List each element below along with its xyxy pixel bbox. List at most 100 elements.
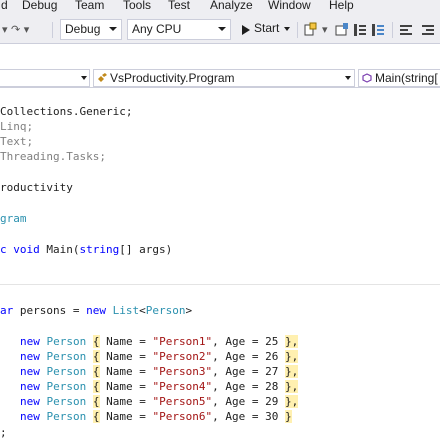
menu-team[interactable]: Team	[75, 0, 104, 12]
step-over-icon[interactable]	[334, 22, 350, 38]
property-assignment: Name =	[99, 335, 153, 348]
number-literal: 27	[265, 365, 279, 378]
property-assignment: , Age =	[212, 365, 266, 378]
start-debugging-button[interactable]: Start	[240, 20, 291, 40]
keyword: new	[20, 350, 40, 363]
menu-window[interactable]: Window	[268, 0, 311, 12]
align-right-icon[interactable]	[420, 22, 436, 38]
open-brace: {	[92, 335, 100, 348]
project-combo[interactable]	[0, 69, 90, 87]
code-line: c void Main(string[] args)	[0, 242, 172, 257]
chevron-down-icon	[109, 27, 117, 31]
menu-tools[interactable]: Tools	[123, 0, 151, 12]
chevron-down-icon	[345, 76, 351, 80]
keyword: new	[20, 380, 40, 393]
close-brace: }	[284, 410, 292, 423]
chevron-down-icon[interactable]	[284, 26, 291, 31]
property-assignment: Name =	[99, 365, 153, 378]
type-name: Person	[46, 410, 87, 423]
menu-debug[interactable]: Debug	[22, 0, 57, 12]
person-initializer-line: new Person { Name = "Person1", Age = 25 …	[20, 334, 299, 349]
number-literal: 28	[265, 380, 279, 393]
menu-test[interactable]: Test	[168, 0, 190, 12]
code-line: gram	[0, 211, 27, 226]
unused-using-directive: Linq;	[0, 120, 34, 133]
standard-toolbar: ▾ ↷ ▾ Debug Any CPU Start ▾	[0, 16, 440, 44]
menu-help[interactable]: Help	[329, 0, 354, 12]
type-name: Person	[46, 365, 87, 378]
keyword: new	[20, 395, 40, 408]
chevron-down-icon	[218, 27, 226, 31]
statement-terminator: ;	[0, 426, 7, 439]
menu-bar: d Debug Team Tools Test Analyze Window H…	[0, 0, 440, 16]
chevron-down-icon	[81, 76, 87, 80]
close-brace: },	[284, 395, 299, 408]
code-line: Linq;	[0, 119, 33, 134]
method-name: Main	[46, 243, 73, 256]
person-initializer-line: new Person { Name = "Person5", Age = 29 …	[20, 394, 299, 409]
code-editor[interactable]: Collections.Generic; Linq; Text; Threadi…	[0, 89, 440, 440]
string-literal: "Person5"	[152, 395, 213, 408]
close-brace: },	[284, 350, 299, 363]
close-brace: },	[284, 380, 299, 393]
keyword: ar	[0, 304, 14, 317]
paren: )	[165, 243, 173, 256]
close-brace: },	[284, 335, 299, 348]
property-assignment: , Age =	[212, 380, 266, 393]
namespace-name: roductivity	[0, 181, 73, 194]
play-icon	[242, 25, 250, 35]
property-assignment: Name =	[99, 350, 153, 363]
type-name: Person	[46, 350, 87, 363]
find-in-files-icon[interactable]	[303, 22, 319, 38]
close-brace: },	[284, 365, 299, 378]
redo-dropdown-icon[interactable]: ▾ ↷ ▾	[2, 23, 29, 36]
uncomment-icon[interactable]	[370, 22, 386, 38]
solution-configuration-combo[interactable]: Debug	[60, 19, 122, 40]
member-combo[interactable]: Main(string[	[358, 69, 440, 87]
toolbar-separator	[297, 22, 298, 38]
open-brace: {	[92, 395, 100, 408]
open-brace: {	[92, 350, 100, 363]
variable-declaration: persons =	[13, 304, 87, 317]
comment-out-icon[interactable]	[352, 22, 368, 38]
angle-bracket: >	[185, 304, 193, 317]
type-combo-value: VsProductivity.Program	[110, 71, 235, 85]
solution-platform-combo[interactable]: Any CPU	[127, 19, 231, 40]
solution-platform-value: Any CPU	[132, 22, 182, 36]
person-initializer-line: new Person { Name = "Person2", Age = 26 …	[20, 349, 299, 364]
method-icon	[362, 73, 372, 83]
menu-analyze[interactable]: Analyze	[210, 0, 253, 12]
type-name: Person	[46, 395, 87, 408]
align-left-icon[interactable]	[398, 22, 414, 38]
toolbar-dropdown-icon[interactable]: ▾	[322, 23, 328, 36]
start-label: Start	[254, 21, 280, 35]
open-brace: {	[92, 380, 100, 393]
using-directive: Collections.Generic;	[0, 105, 133, 118]
property-assignment: Name =	[99, 410, 153, 423]
toolbar-separator	[392, 22, 393, 38]
type-combo[interactable]: VsProductivity.Program	[93, 69, 355, 87]
menu-file-partial[interactable]: d	[1, 0, 8, 12]
parameter: [] args	[119, 243, 166, 256]
unused-using-directive: Text;	[0, 135, 34, 148]
property-assignment: , Age =	[212, 350, 266, 363]
keyword: new	[20, 410, 40, 423]
property-assignment: , Age =	[212, 395, 266, 408]
keyword: new	[86, 304, 106, 317]
keyword: string	[79, 243, 120, 256]
person-initializer-line: new Person { Name = "Person6", Age = 30 …	[20, 409, 292, 424]
string-literal: "Person4"	[152, 380, 213, 393]
code-line: Text;	[0, 134, 33, 149]
property-assignment: , Age =	[212, 410, 266, 423]
